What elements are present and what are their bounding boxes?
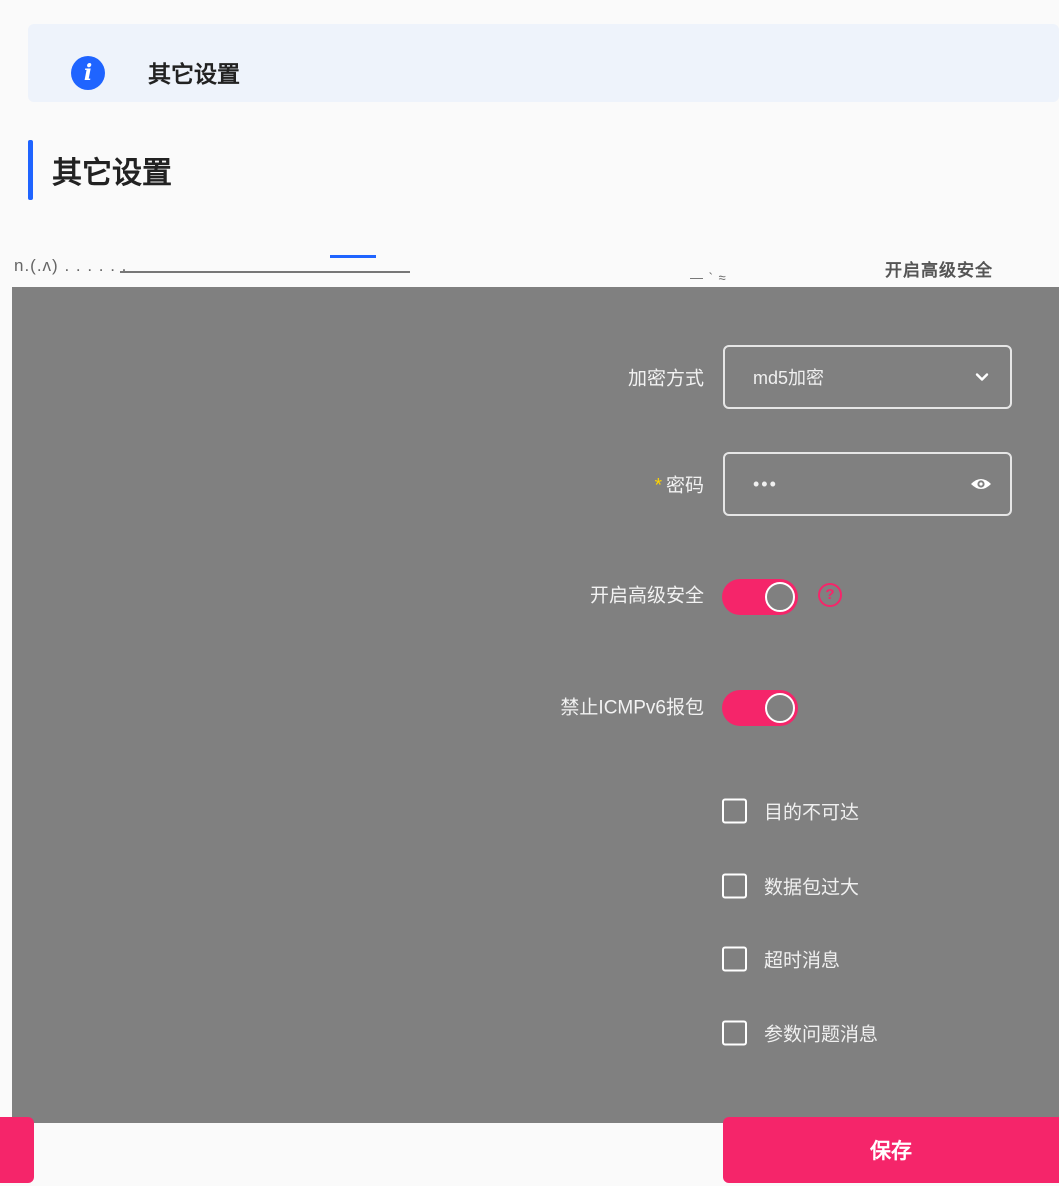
option-time-exceeded[interactable]: 超时消息 (722, 946, 840, 973)
option-dest-unreachable[interactable]: 目的不可达 (722, 798, 859, 825)
option-label: 超时消息 (764, 950, 841, 972)
section-title: 其它设置 (52, 157, 172, 190)
toggle-knob (765, 582, 795, 612)
left-action-button[interactable] (0, 1117, 34, 1183)
tab-fragment-left: n.(.ʌ) . . . . . . (14, 256, 128, 275)
option-label: 数据包过大 (764, 877, 860, 899)
checkbox[interactable] (722, 798, 747, 824)
chevron-down-icon (975, 373, 989, 381)
encryption-value: md5加密 (753, 368, 825, 388)
password-label-text: 密码 (665, 475, 704, 497)
option-packet-too-big[interactable]: 数据包过大 (722, 873, 859, 900)
password-label: * 密码 (655, 471, 704, 498)
page: i 其它设置 其它设置 n.(.ʌ) . . . . . . — ` ≈ 开启高… (0, 0, 1059, 1186)
password-value: ••• (753, 473, 778, 494)
info-banner: i 其它设置 (28, 24, 1059, 102)
checkbox[interactable] (722, 1020, 747, 1046)
section-accent-bar (28, 140, 33, 200)
info-icon: i (71, 56, 105, 90)
block-icmpv6-label: 禁止ICMPv6报包 (560, 697, 704, 719)
password-field[interactable]: ••• (723, 452, 1012, 516)
block-icmpv6-toggle[interactable] (722, 690, 798, 726)
required-mark: * (654, 475, 662, 497)
option-parameter-problem[interactable]: 参数问题消息 (722, 1020, 878, 1047)
advanced-security-label: 开启高级安全 (589, 585, 704, 607)
encryption-select[interactable]: md5加密 (723, 345, 1012, 409)
form-panel (12, 287, 1059, 1123)
tab-fragment-right: 开启高级安全 (885, 261, 993, 280)
save-button[interactable]: 保存 (723, 1117, 1059, 1183)
tab-strip: n.(.ʌ) . . . . . . — ` ≈ 开启高级安全 (0, 248, 1059, 292)
eye-icon[interactable] (970, 476, 992, 492)
option-label: 目的不可达 (764, 802, 860, 824)
advanced-security-toggle[interactable] (722, 579, 798, 615)
tab-fragment-mid: — ` ≈ (690, 270, 727, 285)
banner-title: 其它设置 (148, 61, 240, 87)
tab-strip-rule (120, 271, 410, 273)
question-circle-icon[interactable]: ? (818, 583, 842, 607)
toggle-knob (765, 693, 795, 723)
active-tab-indicator (330, 255, 376, 258)
encryption-label: 加密方式 (627, 368, 704, 390)
checkbox[interactable] (722, 946, 747, 972)
option-label: 参数问题消息 (764, 1024, 879, 1046)
checkbox[interactable] (722, 873, 747, 899)
